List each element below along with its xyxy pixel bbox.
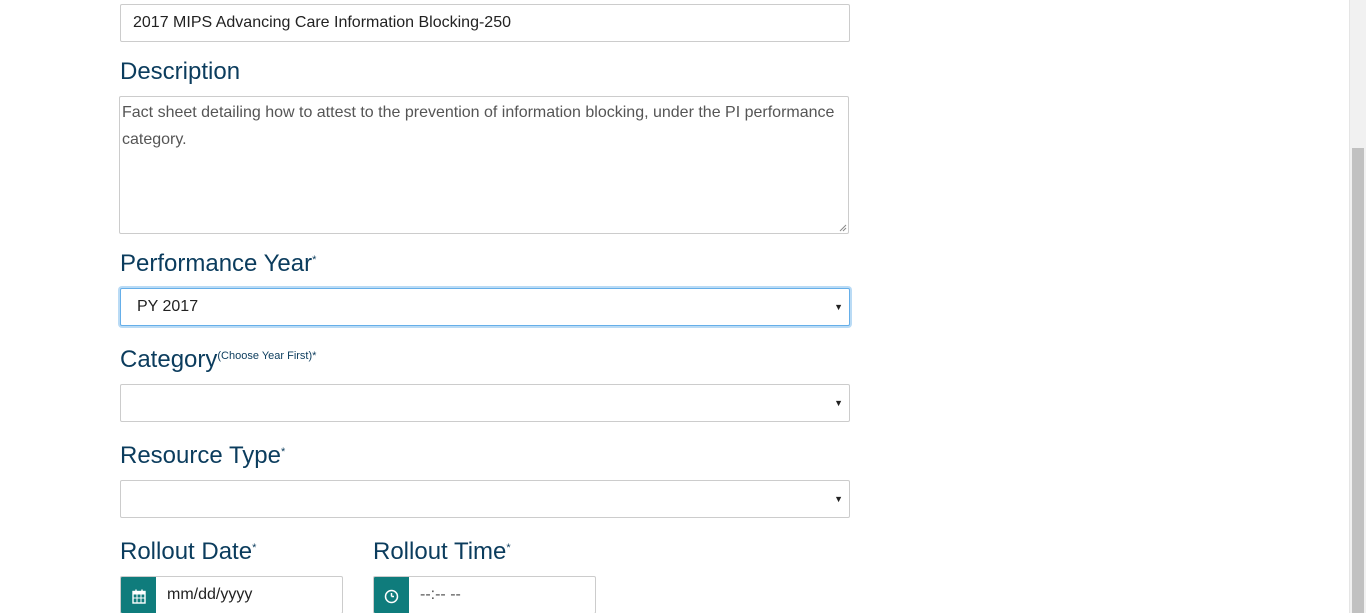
rollout-time-label: Rollout Time*: [373, 538, 511, 565]
description-text: Fact sheet detailing how to attest to th…: [122, 104, 835, 148]
calendar-icon[interactable]: [121, 577, 156, 613]
rollout-date-label: Rollout Date*: [120, 538, 257, 565]
required-mark: *: [252, 542, 257, 554]
scrollbar-thumb[interactable]: [1352, 148, 1364, 613]
clock-icon[interactable]: [374, 577, 409, 613]
page-scrollbar[interactable]: [1349, 0, 1366, 613]
description-textarea[interactable]: Fact sheet detailing how to attest to th…: [119, 96, 849, 234]
rollout-time-field[interactable]: --:-- --: [373, 576, 596, 613]
title-input-value: 2017 MIPS Advancing Care Information Blo…: [133, 14, 511, 31]
category-hint: (Choose Year First)*: [217, 350, 317, 362]
performance-year-label: Performance Year*: [120, 250, 317, 277]
rollout-date-input[interactable]: mm/dd/yyyy: [167, 577, 252, 613]
category-label: Category(Choose Year First)*: [120, 346, 317, 373]
required-mark: *: [312, 254, 317, 266]
performance-year-select[interactable]: PY 2017 ▼: [120, 288, 850, 326]
rollout-date-field[interactable]: mm/dd/yyyy: [120, 576, 343, 613]
performance-year-selected: PY 2017: [137, 298, 199, 315]
description-label: Description: [120, 58, 241, 85]
title-input[interactable]: 2017 MIPS Advancing Care Information Blo…: [120, 4, 850, 42]
category-select[interactable]: ▼: [120, 384, 850, 422]
chevron-down-icon: ▼: [834, 494, 843, 504]
chevron-down-icon: ▼: [834, 398, 843, 408]
chevron-down-icon: ▼: [834, 302, 843, 312]
resource-type-select[interactable]: ▼: [120, 480, 850, 518]
resource-type-label: Resource Type*: [120, 442, 286, 469]
resource-form-page: 2017 MIPS Advancing Care Information Blo…: [0, 0, 1366, 613]
resize-grip-icon[interactable]: [839, 224, 847, 232]
rollout-time-input[interactable]: --:-- --: [420, 577, 461, 613]
required-mark: *: [506, 542, 511, 554]
required-mark: *: [280, 446, 286, 458]
